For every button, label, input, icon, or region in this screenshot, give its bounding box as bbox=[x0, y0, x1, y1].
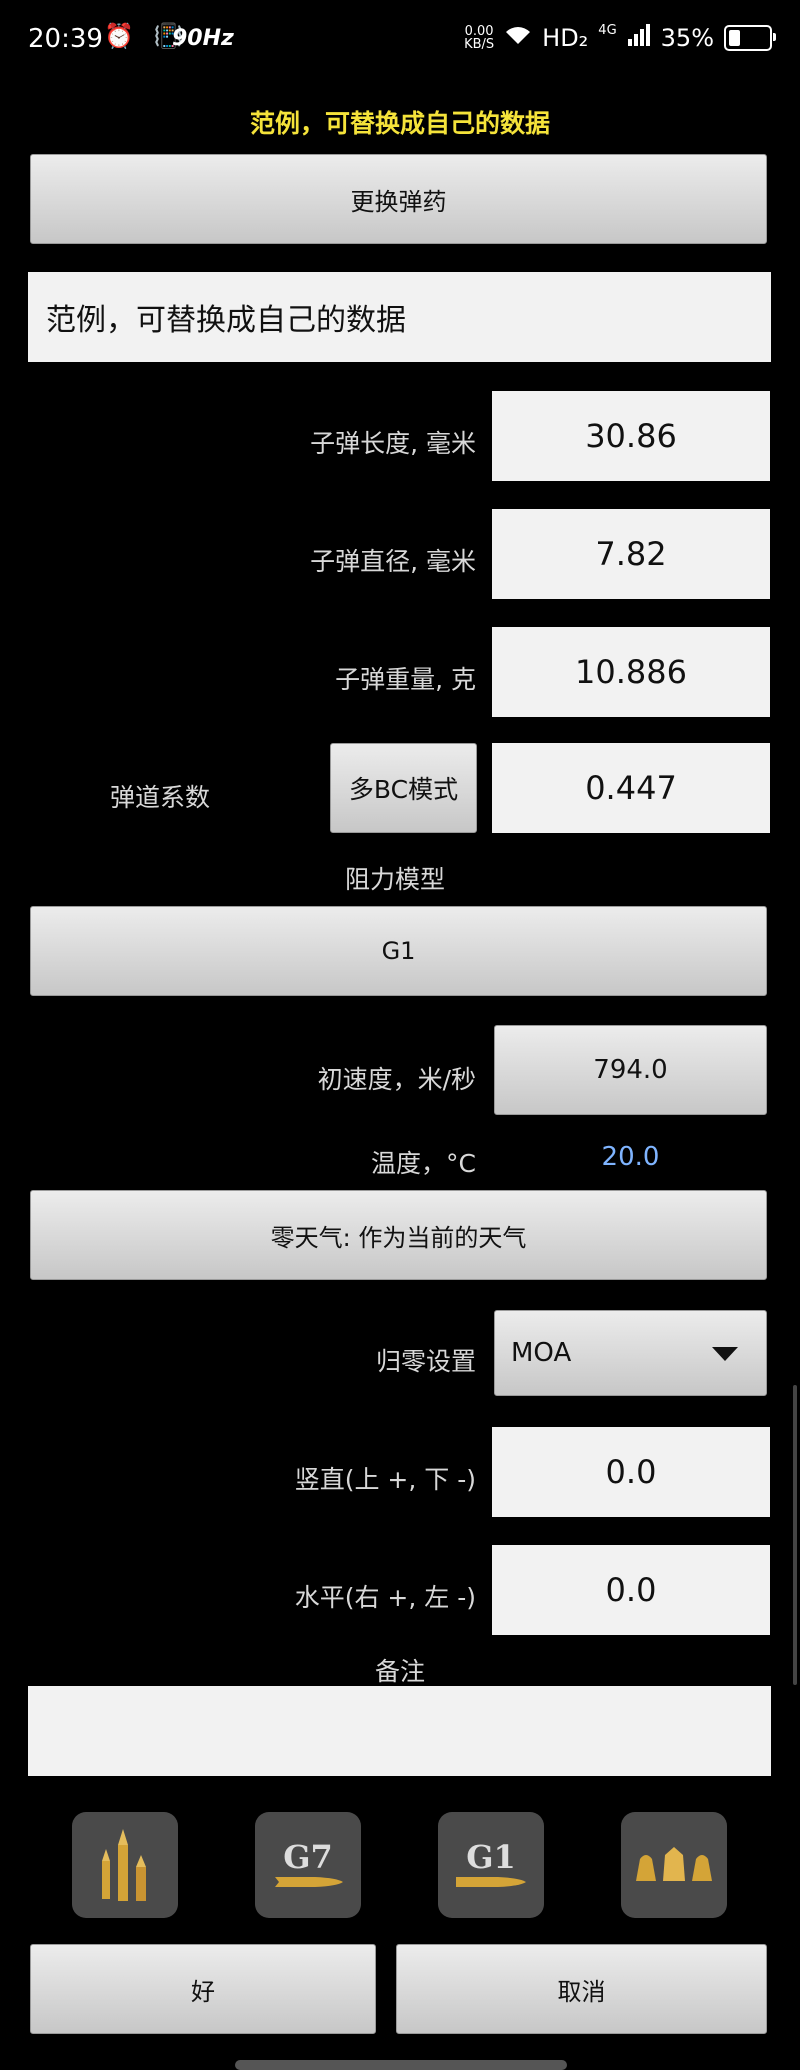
ammo-name-field[interactable]: 范例，可替换成自己的数据 bbox=[28, 272, 771, 362]
bullet-diameter-label: 子弹直径, 毫米 bbox=[310, 547, 476, 576]
page-caption: 范例，可替换成自己的数据 bbox=[249, 109, 550, 138]
pellets-icon-button[interactable] bbox=[621, 1812, 727, 1918]
muzzle-velocity-label: 初速度，米/秒 bbox=[317, 1065, 476, 1094]
status-right: 0.00 KB/S HD₂ 4G 35% bbox=[464, 22, 776, 52]
cartridges-icon bbox=[102, 1829, 146, 1901]
chevron-down-icon bbox=[712, 1338, 738, 1368]
g7-label: G7 bbox=[283, 1838, 333, 1876]
horizontal-label: 水平(右 +, 左 -) bbox=[294, 1583, 476, 1612]
wifi-icon bbox=[504, 24, 532, 52]
cartridges-icon-button[interactable] bbox=[72, 1812, 178, 1918]
notes-input[interactable] bbox=[28, 1686, 771, 1776]
status-time: 20:39 bbox=[28, 24, 103, 54]
g7-icon-button[interactable]: G7 bbox=[255, 1812, 361, 1918]
bullet-icon bbox=[275, 1877, 343, 1887]
bullet-weight-label: 子弹重量, 克 bbox=[335, 665, 476, 694]
multi-bc-button[interactable]: 多BC模式 bbox=[330, 743, 477, 833]
vertical-label: 竖直(上 +, 下 -) bbox=[294, 1465, 476, 1494]
temperature-label: 温度，°C bbox=[371, 1149, 476, 1178]
muzzle-velocity-button[interactable]: 794.0 bbox=[494, 1025, 767, 1115]
notes-label: 备注 bbox=[374, 1657, 425, 1686]
signal-icon bbox=[627, 24, 651, 52]
status-bar: 20:39 ⏰ 📳 90Hz 0.00 KB/S HD₂ 4G 35% bbox=[0, 0, 800, 80]
bullet-icon bbox=[456, 1877, 526, 1887]
zero-setting-dropdown[interactable]: MOA bbox=[494, 1310, 767, 1396]
ballistic-coefficient-input[interactable]: 0.447 bbox=[492, 743, 770, 833]
ok-button[interactable]: 好 bbox=[30, 1944, 376, 2034]
signal-label: 4G bbox=[598, 22, 617, 38]
battery-percent: 35% bbox=[660, 24, 714, 52]
bullet-length-label: 子弹长度, 毫米 bbox=[310, 429, 476, 458]
pellets-icon bbox=[636, 1847, 712, 1881]
drag-model-button[interactable]: G1 bbox=[30, 906, 767, 996]
battery-icon bbox=[724, 25, 776, 51]
change-ammo-button[interactable]: 更换弹药 bbox=[30, 154, 767, 244]
g1-label: G1 bbox=[466, 1838, 516, 1876]
net-speed: 0.00 KB/S bbox=[464, 24, 495, 52]
horizontal-input[interactable]: 0.0 bbox=[492, 1545, 770, 1635]
zero-setting-label: 归零设置 bbox=[375, 1347, 476, 1376]
zero-weather-button[interactable]: 零天气: 作为当前的天气 bbox=[30, 1190, 767, 1280]
zero-setting-value: MOA bbox=[511, 1338, 572, 1368]
hd-label: HD₂ bbox=[542, 24, 589, 52]
bullet-weight-input[interactable]: 10.886 bbox=[492, 627, 770, 717]
bullet-diameter-input[interactable]: 7.82 bbox=[492, 509, 770, 599]
scrollbar[interactable] bbox=[793, 1385, 797, 1685]
bullet-length-input[interactable]: 30.86 bbox=[492, 391, 770, 481]
drag-model-label: 阻力模型 bbox=[344, 865, 445, 894]
vertical-input[interactable]: 0.0 bbox=[492, 1427, 770, 1517]
g1-icon-button[interactable]: G1 bbox=[438, 1812, 544, 1918]
cancel-button[interactable]: 取消 bbox=[396, 1944, 767, 2034]
ballistic-coefficient-label: 弹道系数 bbox=[109, 783, 210, 812]
refresh-rate: 90Hz bbox=[172, 26, 234, 51]
temperature-value[interactable]: 20.0 bbox=[494, 1142, 767, 1172]
gesture-handle[interactable] bbox=[235, 2060, 567, 2070]
